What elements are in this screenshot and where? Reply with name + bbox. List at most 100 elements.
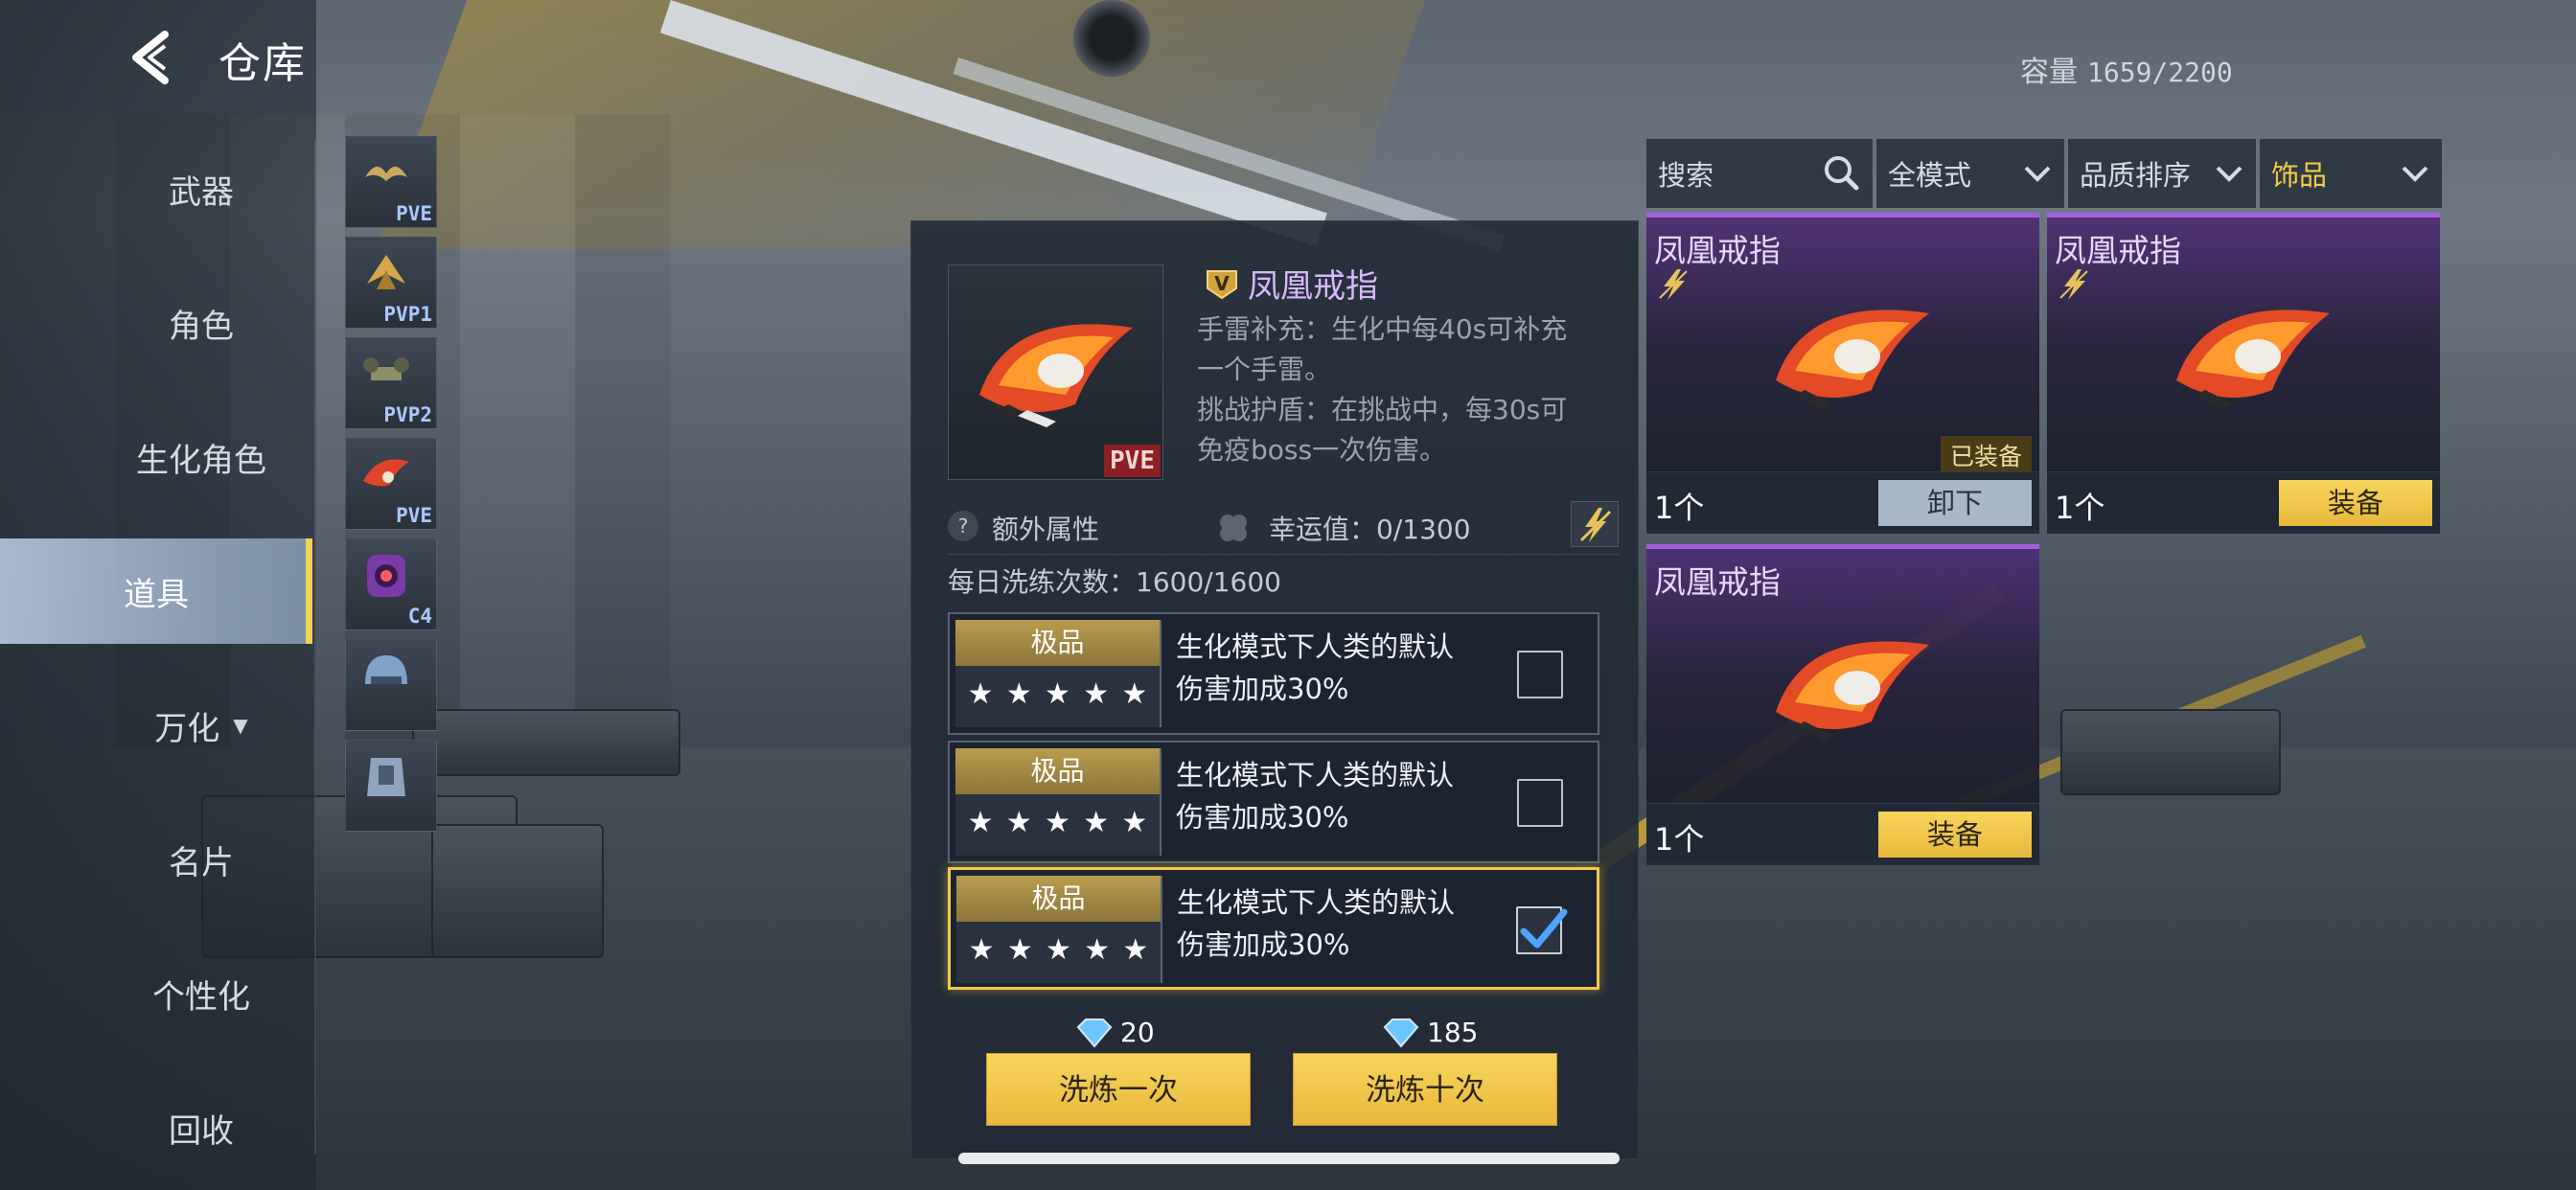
item-description: 手雷补充：生化中每40s可补充 一个手雷。 挑战护盾：在挑战中，每30s可 免疫… (1197, 309, 1628, 470)
strip-item[interactable]: C4 (345, 538, 437, 630)
vip-icon: V (1207, 269, 1237, 299)
star-icon: ★ (1005, 806, 1032, 839)
star-icon: ★ (1083, 806, 1110, 839)
star-icon: ★ (1046, 933, 1071, 967)
desc-line: 手雷补充：生化中每40s可补充 (1197, 313, 1568, 345)
sidebar-item-bio-characters[interactable]: 生化角色 (0, 404, 402, 510)
page-title: 仓库 (218, 39, 307, 88)
wings-gold-icon (367, 255, 405, 289)
extra-attributes-label[interactable]: 额外属性 (992, 509, 1099, 547)
reroll-option[interactable]: 极品 ★ ★ ★ ★ ★ 生化模式下人类的默认 伤害加成30% (948, 612, 1599, 735)
star-icon: ★ (1005, 677, 1032, 711)
cost-once: 20 (1074, 1017, 1155, 1048)
unequip-button[interactable]: 卸下 (1878, 480, 2032, 526)
sort-value: 品质排序 (2080, 159, 2192, 192)
crate (2060, 709, 2281, 795)
reroll-checkbox[interactable] (1517, 779, 1563, 827)
item-detail-panel: PVE V 凤凰戒指 手雷补充：生化中每40s可补充 一个手雷。 挑战护盾：在挑… (910, 220, 1639, 1159)
category-dropdown[interactable]: 饰品 (2260, 139, 2442, 208)
sort-dropdown[interactable]: 品质排序 (2068, 139, 2256, 208)
filter-bar: 搜索 全模式 品质排序 饰品 (1646, 139, 2442, 208)
item-strip: PVE PVP1 PVP2 PVE C4 (345, 136, 441, 840)
item-card[interactable]: 凤凰戒指 1个 装备 (1646, 544, 2039, 865)
item-name-text: 凤凰戒指 (1248, 267, 1378, 306)
attribute-type-button[interactable] (1571, 501, 1619, 547)
reroll-line: 伤害加成30% (1176, 673, 1349, 705)
card-count: 1个 (1654, 821, 1705, 858)
phoenix-ring-icon (1776, 309, 1929, 409)
sidebar-item-weapons[interactable]: 武器 (0, 136, 402, 241)
lightning-icon (2059, 269, 2088, 300)
strip-item[interactable]: PVP1 (345, 237, 437, 329)
ceiling-lamp (1073, 0, 1150, 77)
strip-item[interactable]: PVP2 (345, 337, 437, 429)
sidebar-item-personalize[interactable]: 个性化 (0, 941, 402, 1046)
item-card[interactable]: 凤凰戒指 1个 装备 (2047, 213, 2440, 534)
reroll-option[interactable]: 极品 ★ ★ ★ ★ ★ 生化模式下人类的默认 伤害加成30% (948, 741, 1599, 863)
star-icon: ★ (1121, 806, 1148, 839)
crate (412, 709, 680, 776)
armor-icon (367, 758, 405, 796)
strip-item[interactable]: PVE (345, 438, 437, 530)
grade-box: 极品 ★ ★ ★ ★ ★ (955, 748, 1162, 856)
strip-item[interactable] (345, 639, 437, 731)
reroll-once-button[interactable]: 洗炼一次 (986, 1053, 1251, 1126)
strip-item[interactable]: PVE (345, 136, 437, 228)
star-icon: ★ (1083, 677, 1110, 711)
strip-item[interactable] (345, 740, 437, 832)
star-rating: ★ ★ ★ ★ ★ (955, 794, 1160, 839)
sidebar-item-wanhua[interactable]: 万化 ▼ (0, 673, 402, 778)
capacity-label: 容量 (2020, 56, 2078, 89)
crate (431, 824, 604, 958)
reroll-option[interactable]: 极品 ★ ★ ★ ★ ★ 生化模式下人类的默认 伤害加成30% (948, 867, 1599, 990)
search-icon (1825, 156, 1859, 191)
sidebar-item-characters[interactable]: 角色 (0, 270, 402, 376)
back-button[interactable] (125, 29, 182, 86)
cost-ten: 185 (1381, 1017, 1478, 1048)
mode-dropdown[interactable]: 全模式 (1876, 139, 2064, 208)
drone-icon (363, 357, 409, 380)
sidebar-item-cards[interactable]: 名片 (0, 807, 402, 912)
sidebar-item-label: 个性化 (152, 977, 250, 1017)
lightning-icon (1579, 508, 1612, 542)
help-icon[interactable]: ? (948, 511, 978, 541)
item-thumbnail: PVE (948, 264, 1163, 480)
reroll-checkbox[interactable] (1516, 906, 1568, 954)
sidebar-item-label: 名片 (169, 843, 234, 882)
sidebar-item-recycle[interactable]: 回收 (0, 1075, 402, 1180)
c4-bomb-icon (367, 555, 405, 597)
caret-down-icon: ▼ (233, 714, 248, 737)
reroll-line: 生化模式下人类的默认 (1176, 759, 1455, 791)
mode-tag: PVE (396, 504, 432, 527)
sidebar-item-label: 生化角色 (136, 441, 266, 480)
star-icon: ★ (1045, 677, 1070, 711)
mode-tag: C4 (407, 605, 432, 628)
grade-box: 极品 ★ ★ ★ ★ ★ (956, 876, 1162, 983)
reroll-checkbox[interactable] (1517, 651, 1563, 698)
mode-tag: PVP1 (383, 303, 432, 326)
home-indicator[interactable] (958, 1153, 1620, 1164)
equip-button[interactable]: 装备 (1878, 812, 2032, 858)
star-icon: ★ (1045, 806, 1070, 839)
search-placeholder: 搜索 (1658, 159, 1714, 192)
cost-value: 185 (1427, 1017, 1479, 1048)
equip-button[interactable]: 装备 (2279, 480, 2432, 526)
star-icon: ★ (1084, 933, 1111, 967)
diamond-icon (1383, 1018, 1419, 1048)
search-input[interactable]: 搜索 (1646, 139, 1873, 208)
sidebar-item-label: 回收 (169, 1111, 234, 1151)
reroll-ten-button[interactable]: 洗炼十次 (1293, 1053, 1557, 1126)
wings-icon (365, 166, 407, 181)
item-card[interactable]: 凤凰戒指 已装备 1个 卸下 (1646, 213, 2039, 534)
star-rating: ★ ★ ★ ★ ★ (956, 922, 1161, 967)
phoenix-ring-icon (1776, 641, 1929, 741)
reroll-line: 生化模式下人类的默认 (1177, 886, 1456, 919)
sidebar-item-label: 道具 (124, 575, 189, 614)
equipped-badge: 已装备 (1940, 436, 2032, 474)
cost-value: 20 (1120, 1017, 1155, 1048)
sidebar-item-props[interactable]: 道具 (0, 538, 312, 644)
star-icon: ★ (967, 677, 994, 711)
desc-line: 一个手雷。 (1197, 354, 1332, 385)
svg-text:V: V (1214, 272, 1230, 295)
mode-tag: PVE (396, 202, 432, 225)
